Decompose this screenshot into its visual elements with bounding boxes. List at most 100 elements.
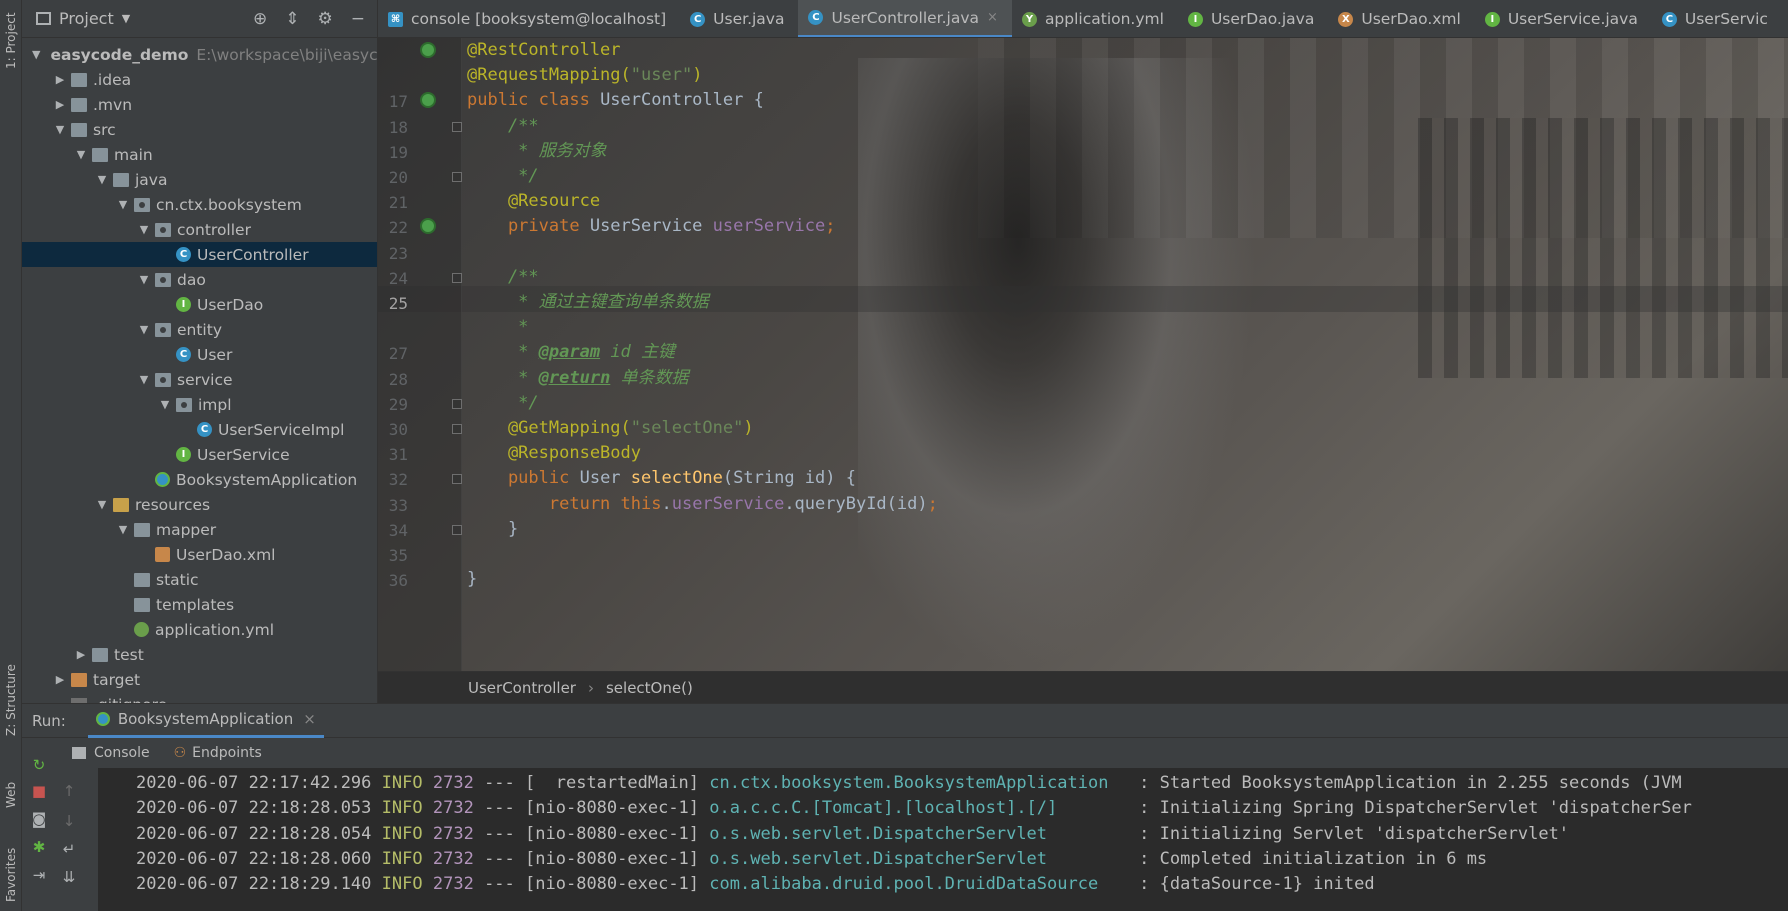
tree-node[interactable]: ▶ .mvn bbox=[22, 92, 377, 117]
favorites-tool-tab[interactable]: Favorites bbox=[0, 840, 22, 910]
editor-tab-label: UserServic bbox=[1684, 10, 1768, 28]
tree-node[interactable]: C User bbox=[22, 342, 377, 367]
tree-node[interactable]: application.yml bbox=[22, 617, 377, 642]
tree-node[interactable]: templates bbox=[22, 592, 377, 617]
run-config-tab[interactable]: BooksystemApplication × bbox=[87, 704, 324, 738]
tab-endpoints[interactable]: ⚇ Endpoints bbox=[174, 745, 262, 761]
fold-icon[interactable] bbox=[452, 121, 462, 132]
minimize-icon[interactable]: − bbox=[351, 9, 365, 29]
tree-node[interactable]: ▼ resources bbox=[22, 492, 377, 517]
collapse-arrow-icon[interactable]: ▶ bbox=[53, 98, 67, 111]
tree-node[interactable]: ▼ java bbox=[22, 167, 377, 192]
expand-arrow-icon[interactable]: ▼ bbox=[137, 323, 151, 336]
tree-node[interactable]: BooksystemApplication bbox=[22, 467, 377, 492]
run-toolbar: ↻ ↑ ■ ↓ ◙ ↵ ✱ ⇊ ⇥ bbox=[22, 738, 92, 911]
expand-arrow-icon[interactable]: ▼ bbox=[116, 523, 130, 536]
fold-icon[interactable] bbox=[452, 424, 462, 434]
log-msg: : {dataSource-1} inited bbox=[1139, 874, 1375, 895]
fold-icon[interactable] bbox=[452, 524, 462, 535]
breadcrumb-method[interactable]: selectOne() bbox=[606, 679, 693, 697]
tree-node[interactable]: C UserController bbox=[22, 242, 377, 267]
project-title[interactable]: Project bbox=[59, 9, 114, 28]
editor-tab[interactable]: Yapplication.yml bbox=[1012, 0, 1178, 37]
tree-node[interactable]: ▶ .idea bbox=[22, 67, 377, 92]
console-output[interactable]: 2020-06-07 22:17:42.296 INFO 2732 --- [ … bbox=[98, 768, 1788, 911]
log-thread: [ restartedMain] bbox=[525, 773, 700, 793]
yaml-file-icon: Y bbox=[1021, 11, 1037, 27]
editor-tab[interactable]: C UserController.java × bbox=[798, 0, 1012, 37]
up-arrow-icon[interactable]: ↑ bbox=[58, 780, 80, 802]
collapse-arrow-icon[interactable]: ▶ bbox=[74, 648, 88, 661]
chevron-down-icon[interactable]: ▼ bbox=[122, 12, 130, 25]
bean-navigation-icon[interactable] bbox=[420, 218, 436, 235]
expand-arrow-icon[interactable]: ▼ bbox=[95, 498, 109, 511]
tree-node[interactable]: ▼ main bbox=[22, 142, 377, 167]
tree-node[interactable]: ▶ target bbox=[22, 667, 377, 692]
editor-tab[interactable]: C User.java bbox=[680, 0, 798, 37]
expand-arrow-icon[interactable]: ▼ bbox=[95, 173, 109, 186]
line-number: 21 bbox=[388, 193, 408, 213]
code-editor[interactable]: 17 18 19 20 21 22 23 24 25 27 28 29 30 31 32 33 34 35 36 @… bbox=[378, 38, 1788, 671]
collapse-arrow-icon[interactable]: ▶ bbox=[53, 673, 67, 686]
fold-icon[interactable] bbox=[452, 272, 462, 283]
expand-arrow-icon[interactable]: ▼ bbox=[137, 223, 151, 236]
tree-node[interactable]: ▼ entity bbox=[22, 317, 377, 342]
editor-tab[interactable]: C UserServic bbox=[1652, 0, 1782, 37]
collapse-arrow-icon[interactable]: ▶ bbox=[53, 73, 67, 86]
tree-node[interactable]: ▼ easycode_demo E:\workspace\biji\easycode bbox=[22, 42, 377, 67]
folder-icon bbox=[92, 647, 108, 662]
locate-icon[interactable]: ⊕ bbox=[253, 9, 267, 29]
spring-bean-icon[interactable] bbox=[420, 92, 436, 109]
tree-node[interactable]: I UserService bbox=[22, 442, 377, 467]
expand-arrow-icon[interactable]: ▼ bbox=[53, 123, 67, 136]
breadcrumb-class[interactable]: UserController bbox=[468, 679, 576, 697]
tree-node[interactable]: ▼ mapper bbox=[22, 517, 377, 542]
rerun-icon[interactable]: ↻ bbox=[28, 754, 50, 776]
spring-bean-icon[interactable] bbox=[420, 42, 436, 58]
fold-icon[interactable] bbox=[452, 172, 462, 182]
line-number: 31 bbox=[388, 445, 408, 465]
folder-icon bbox=[134, 522, 150, 537]
fold-icon[interactable] bbox=[452, 474, 462, 485]
web-tool-tab[interactable]: Web bbox=[0, 770, 22, 820]
tree-node[interactable]: ▼ cn.ctx.booksystem bbox=[22, 192, 377, 217]
editor-tab[interactable]: I UserDao.java bbox=[1178, 0, 1328, 37]
expand-arrow-icon[interactable]: ▼ bbox=[158, 398, 172, 411]
close-icon[interactable]: × bbox=[303, 710, 316, 728]
soft-wrap-icon[interactable]: ↵ bbox=[58, 838, 80, 860]
debug-icon[interactable]: ✱ bbox=[28, 836, 50, 858]
tree-node-label: impl bbox=[198, 395, 232, 414]
gear-icon[interactable]: ⚙ bbox=[318, 9, 333, 29]
tree-node[interactable]: static bbox=[22, 567, 377, 592]
editor-tab[interactable]: X UserDao.xml bbox=[1328, 0, 1474, 37]
camera-icon[interactable]: ◙ bbox=[28, 808, 50, 830]
tree-node-label: UserDao bbox=[197, 295, 264, 314]
expand-arrow-icon[interactable]: ▼ bbox=[116, 198, 130, 211]
project-tool-tab[interactable]: 1: Project bbox=[0, 6, 22, 76]
tree-node[interactable]: ▼ dao bbox=[22, 267, 377, 292]
close-icon[interactable]: × bbox=[987, 10, 998, 25]
expand-arrow-icon[interactable]: ▼ bbox=[137, 373, 151, 386]
tree-node[interactable]: UserDao.xml bbox=[22, 542, 377, 567]
code-token: * 服务对象 bbox=[467, 140, 607, 161]
stop-icon[interactable]: ■ bbox=[28, 780, 50, 802]
scroll-to-end-icon[interactable]: ⇊ bbox=[58, 866, 80, 888]
exit-icon[interactable]: ⇥ bbox=[28, 864, 50, 886]
tree-node[interactable]: ▼ controller bbox=[22, 217, 377, 242]
tree-node[interactable]: .gitignore bbox=[22, 692, 377, 703]
tree-node[interactable]: ▶ test bbox=[22, 642, 377, 667]
expand-arrow-icon[interactable]: ▼ bbox=[74, 148, 88, 161]
tree-node[interactable]: ▼ src bbox=[22, 117, 377, 142]
editor-tab[interactable]: ⌘ console [booksystem@localhost] bbox=[378, 0, 680, 37]
tree-node[interactable]: ▼ service bbox=[22, 367, 377, 392]
down-arrow-icon[interactable]: ↓ bbox=[58, 810, 80, 832]
fold-icon[interactable] bbox=[452, 398, 462, 409]
tree-node[interactable]: C UserServiceImpl bbox=[22, 417, 377, 442]
tree-node[interactable]: I UserDao bbox=[22, 292, 377, 317]
expand-arrow-icon[interactable]: ▼ bbox=[137, 273, 151, 286]
collapse-all-icon[interactable]: ⇕ bbox=[285, 9, 299, 29]
expand-arrow-icon[interactable]: ▼ bbox=[32, 48, 40, 61]
tree-node[interactable]: ▼ impl bbox=[22, 392, 377, 417]
structure-tool-tab[interactable]: Z: Structure bbox=[0, 655, 22, 745]
editor-tab[interactable]: I UserService.java bbox=[1475, 0, 1652, 37]
